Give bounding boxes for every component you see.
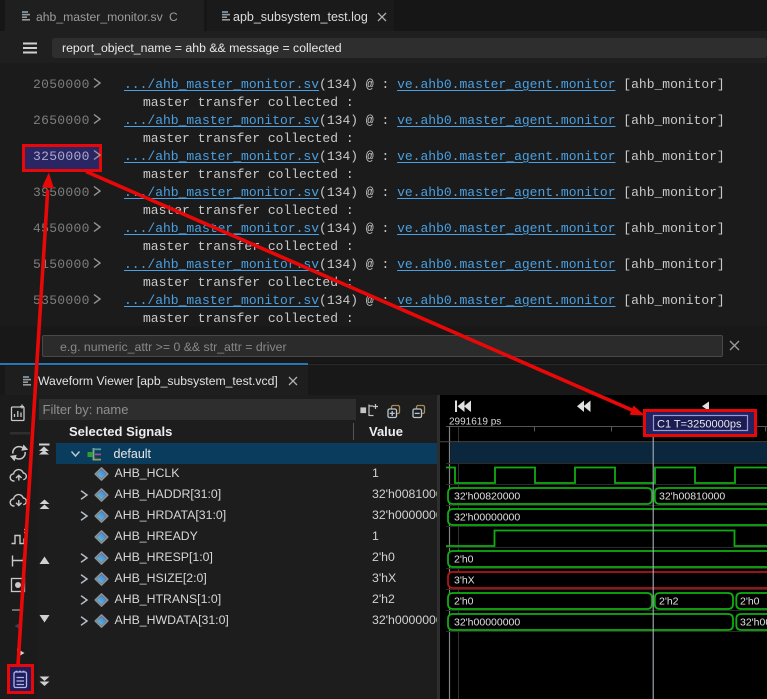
svg-text:2'h0: 2'h0 [454,554,474,566]
svg-text:32'h00820000: 32'h00820000 [454,491,520,503]
svg-text:32'h00000000: 32'h00000000 [454,512,520,524]
svg-text:32'h00810000: 32'h00810000 [659,491,725,503]
svg-text:2'h2: 2'h2 [659,596,679,608]
svg-text:32'h00: 32'h00 [740,617,767,629]
svg-text:2991619 ps: 2991619 ps [449,417,501,428]
svg-text:2'h0: 2'h0 [740,596,760,608]
svg-text:2'h0: 2'h0 [454,596,474,608]
svg-text:3'hX: 3'hX [454,575,475,587]
svg-text:32'h00000000: 32'h00000000 [454,617,520,629]
svg-text:C1 T=3250000ps: C1 T=3250000ps [657,419,742,431]
